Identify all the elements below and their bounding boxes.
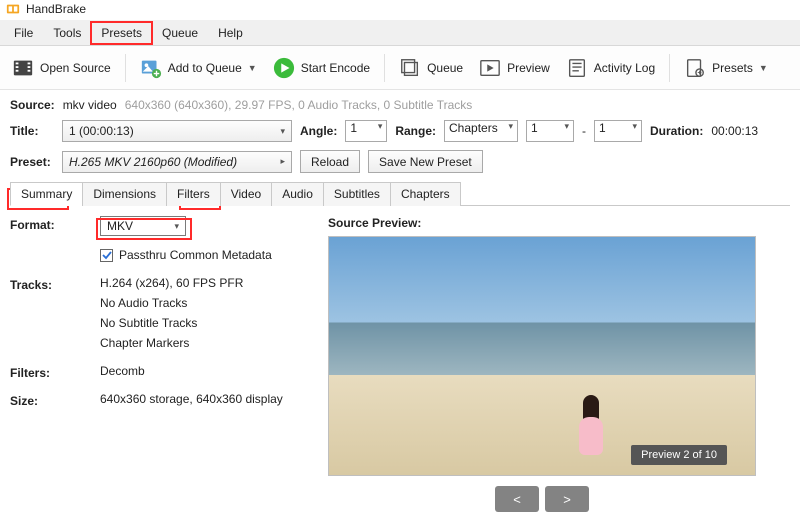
- range-from-select[interactable]: 1▾: [526, 120, 574, 142]
- menu-presets[interactable]: Presets: [91, 22, 152, 44]
- activity-log-button[interactable]: Activity Log: [560, 55, 661, 81]
- preview-label: Preview: [507, 61, 550, 75]
- queue-label: Queue: [427, 61, 463, 75]
- tab-dimensions[interactable]: Dimensions: [82, 182, 167, 206]
- toolbar-separator: [384, 54, 385, 82]
- filters-value: Decomb: [100, 364, 310, 378]
- size-value: 640x360 storage, 640x360 display: [100, 392, 310, 406]
- menu-queue[interactable]: Queue: [152, 22, 208, 44]
- tracks-audio: No Audio Tracks: [100, 296, 310, 310]
- preset-select[interactable]: H.265 MKV 2160p60 (Modified) ▸: [62, 151, 292, 173]
- preview-button[interactable]: Preview: [473, 55, 556, 81]
- range-type-select[interactable]: Chapters▾: [444, 120, 518, 142]
- chevron-down-icon: ▾: [632, 121, 637, 141]
- chevron-down-icon: ▾: [378, 121, 383, 141]
- range-label: Range:: [395, 124, 436, 138]
- menu-help[interactable]: Help: [208, 22, 253, 44]
- tracks-video: H.264 (x264), 60 FPS PFR: [100, 276, 310, 290]
- tab-video[interactable]: Video: [220, 182, 272, 206]
- tab-subtitles[interactable]: Subtitles: [323, 182, 391, 206]
- summary-panel: Format: MKV ▾ Passthru Common Metadata T…: [10, 206, 790, 512]
- preview-next-button[interactable]: >: [545, 486, 589, 512]
- range-dash: -: [582, 124, 586, 138]
- presets-button[interactable]: Presets ▼: [678, 55, 774, 81]
- toolbar: Open Source Add to Queue ▼ Start Encode …: [0, 46, 800, 90]
- passthru-label: Passthru Common Metadata: [119, 248, 272, 262]
- menubar: File Tools Presets Queue Help: [0, 20, 800, 46]
- chevron-down-icon: ▼: [248, 63, 257, 73]
- start-encode-label: Start Encode: [301, 61, 370, 75]
- window-title: HandBrake: [0, 0, 800, 20]
- duration-label: Duration:: [650, 124, 703, 138]
- preview-icon: [479, 57, 501, 79]
- play-icon: [273, 57, 295, 79]
- app-logo-icon: [6, 2, 20, 16]
- chevron-down-icon: ▼: [759, 63, 768, 73]
- source-preview-image: Preview 2 of 10: [328, 236, 756, 476]
- add-to-queue-button[interactable]: Add to Queue ▼: [134, 55, 263, 81]
- chevron-down-icon: ▾: [564, 121, 569, 141]
- add-to-queue-label: Add to Queue: [168, 61, 242, 75]
- tabstrip: Summary Dimensions Filters Video Audio S…: [10, 181, 790, 206]
- picture-plus-icon: [140, 57, 162, 79]
- preset-value: H.265 MKV 2160p60 (Modified): [69, 155, 237, 169]
- chevron-right-icon: ▸: [280, 156, 285, 167]
- log-icon: [566, 57, 588, 79]
- preset-row: Preset: H.265 MKV 2160p60 (Modified) ▸ R…: [10, 150, 790, 173]
- toolbar-separator: [669, 54, 670, 82]
- preset-label: Preset:: [10, 155, 54, 169]
- size-label: Size:: [10, 392, 100, 412]
- title-value: 1 (00:00:13): [69, 124, 134, 138]
- checkbox-checked-icon: [100, 249, 113, 262]
- save-new-preset-button[interactable]: Save New Preset: [368, 150, 483, 173]
- duration-value: 00:00:13: [711, 124, 758, 138]
- tab-filters[interactable]: Filters: [166, 182, 221, 206]
- film-icon: [12, 57, 34, 79]
- chevron-down-icon: ▾: [174, 221, 179, 232]
- format-select[interactable]: MKV ▾: [100, 216, 186, 236]
- menu-file[interactable]: File: [4, 22, 43, 44]
- source-name: mkv video: [63, 98, 117, 112]
- presets-label: Presets: [712, 61, 753, 75]
- source-row: Source: mkv video 640x360 (640x360), 29.…: [10, 98, 790, 112]
- range-to-select[interactable]: 1▾: [594, 120, 642, 142]
- source-label: Source:: [10, 98, 55, 112]
- filters-label: Filters:: [10, 364, 100, 384]
- format-value: MKV: [107, 219, 133, 233]
- activity-log-label: Activity Log: [594, 61, 655, 75]
- source-preview-label: Source Preview:: [328, 216, 790, 230]
- chevron-down-icon: ▾: [508, 121, 513, 141]
- tracks-label: Tracks:: [10, 276, 100, 356]
- title-label: Title:: [10, 124, 54, 138]
- preview-nav: < >: [328, 486, 756, 512]
- open-source-label: Open Source: [40, 61, 111, 75]
- reload-button[interactable]: Reload: [300, 150, 360, 173]
- presets-icon: [684, 57, 706, 79]
- source-details: 640x360 (640x360), 29.97 FPS, 0 Audio Tr…: [125, 98, 473, 112]
- open-source-button[interactable]: Open Source: [6, 55, 117, 81]
- title-select[interactable]: 1 (00:00:13) ▾: [62, 120, 292, 142]
- passthru-checkbox[interactable]: Passthru Common Metadata: [100, 248, 272, 262]
- queue-button[interactable]: Queue: [393, 55, 469, 81]
- menu-tools[interactable]: Tools: [43, 22, 91, 44]
- tracks-subs: No Subtitle Tracks: [100, 316, 310, 330]
- format-label: Format:: [10, 216, 100, 268]
- tab-audio[interactable]: Audio: [271, 182, 324, 206]
- tab-chapters[interactable]: Chapters: [390, 182, 461, 206]
- chevron-down-icon: ▾: [280, 126, 285, 137]
- start-encode-button[interactable]: Start Encode: [267, 55, 376, 81]
- preview-prev-button[interactable]: <: [495, 486, 539, 512]
- angle-select[interactable]: 1▾: [345, 120, 387, 142]
- title-row: Title: 1 (00:00:13) ▾ Angle: 1▾ Range: C…: [10, 120, 790, 142]
- toolbar-separator: [125, 54, 126, 82]
- angle-label: Angle:: [300, 124, 337, 138]
- preview-person-graphic: [571, 395, 611, 457]
- tracks-chapters: Chapter Markers: [100, 336, 310, 350]
- app-title: HandBrake: [26, 2, 86, 16]
- tab-summary[interactable]: Summary: [10, 182, 83, 206]
- queue-icon: [399, 57, 421, 79]
- preview-tooltip: Preview 2 of 10: [631, 445, 727, 465]
